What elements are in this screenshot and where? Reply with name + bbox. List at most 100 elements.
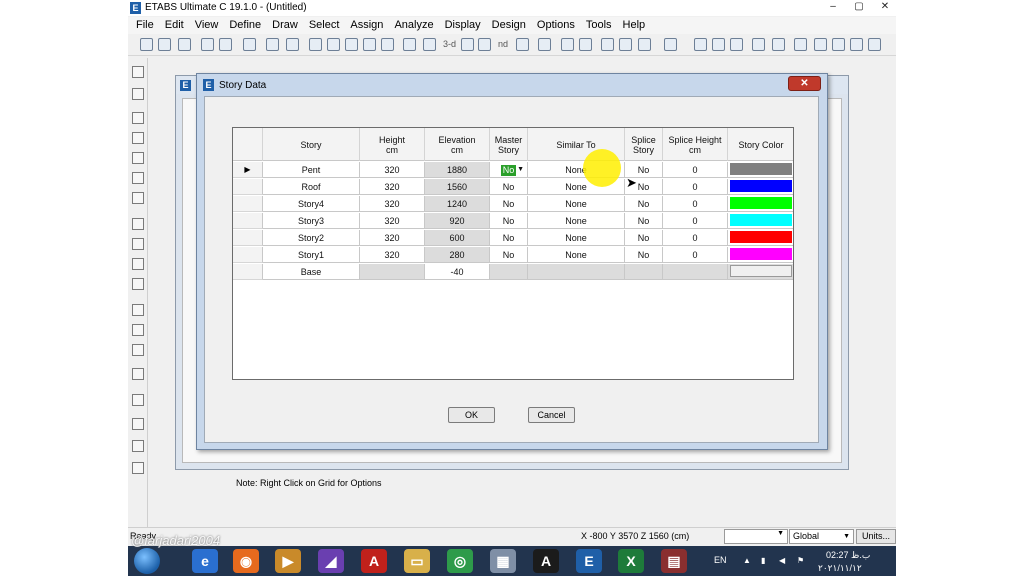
- menu-options[interactable]: Options: [533, 17, 582, 34]
- zoom-out-icon[interactable]: [381, 38, 394, 51]
- draw-grid-area-icon[interactable]: [132, 258, 144, 270]
- col-header-master-story[interactable]: Master Story: [490, 128, 528, 161]
- maximize-button[interactable]: ▢: [852, 0, 866, 14]
- cell-master-story[interactable]: No: [490, 247, 528, 263]
- menu-assign[interactable]: Assign: [346, 17, 390, 34]
- story-color-swatch[interactable]: [730, 265, 792, 277]
- draw-beam-icon[interactable]: [132, 132, 144, 144]
- col-header-elevation[interactable]: Elevation cm: [425, 128, 490, 161]
- units-button[interactable]: Units...: [856, 529, 896, 544]
- set-display-icon[interactable]: [619, 38, 632, 51]
- story-color-swatch[interactable]: [730, 197, 792, 209]
- pointer-snap-icon[interactable]: [423, 38, 436, 51]
- close-button[interactable]: ✕: [878, 0, 892, 14]
- draw-column-icon[interactable]: [132, 152, 144, 164]
- menu-design[interactable]: Design: [488, 17, 533, 34]
- zoom-in-icon[interactable]: [363, 38, 376, 51]
- brace-icon[interactable]: [712, 38, 725, 51]
- 3d-view-button[interactable]: 3-d: [443, 39, 456, 49]
- chrome-icon[interactable]: ◎: [447, 549, 473, 573]
- cell-story-name[interactable]: Story1: [263, 247, 360, 263]
- cell-similar-to[interactable]: None: [528, 196, 625, 212]
- cell-master-story[interactable]: No: [490, 213, 528, 229]
- cell-similar-to[interactable]: None: [528, 230, 625, 246]
- cell-height[interactable]: 320: [360, 179, 425, 195]
- clock-time[interactable]: 02:27 ب.ظ: [826, 550, 870, 561]
- joint-icon[interactable]: [772, 38, 785, 51]
- move-up-icon[interactable]: [561, 38, 574, 51]
- language-indicator[interactable]: EN: [714, 555, 727, 565]
- ok-button[interactable]: OK: [448, 407, 495, 423]
- zoom-window-icon[interactable]: [309, 38, 322, 51]
- cell-splice-height[interactable]: 0: [663, 196, 728, 212]
- menu-edit[interactable]: Edit: [161, 17, 191, 34]
- menu-define[interactable]: Define: [225, 17, 268, 34]
- column-icon[interactable]: [752, 38, 765, 51]
- menu-view[interactable]: View: [191, 17, 226, 34]
- col-header-splice-height[interactable]: Splice Height cm: [663, 128, 728, 161]
- story-color-swatch[interactable]: [730, 214, 792, 226]
- media-player-icon[interactable]: ▶: [275, 549, 301, 573]
- draw-reference-icon[interactable]: [132, 462, 144, 474]
- autocad-icon[interactable]: A: [533, 549, 559, 573]
- cell-master-story[interactable]: No: [490, 196, 528, 212]
- menu-tools[interactable]: Tools: [582, 17, 619, 34]
- deck-icon[interactable]: [868, 38, 881, 51]
- redo-icon[interactable]: [219, 38, 232, 51]
- file-explorer-icon[interactable]: ▭: [404, 549, 430, 573]
- chevron-down-icon[interactable]: ▼: [777, 530, 784, 537]
- story-grid[interactable]: Story Height cm Elevation cm Master Story S…: [232, 127, 794, 380]
- cell-story-color[interactable]: [728, 162, 793, 178]
- calculator-icon[interactable]: ▦: [490, 549, 516, 573]
- dialog-close-button[interactable]: ✕: [788, 76, 821, 91]
- display-options-icon[interactable]: [638, 38, 651, 51]
- cell-elevation[interactable]: -40: [425, 264, 490, 280]
- cell-master-story-dropdown[interactable]: No ▼: [490, 162, 528, 178]
- col-header-story-color[interactable]: Story Color: [728, 128, 793, 161]
- pdf-reader-icon[interactable]: A: [361, 549, 387, 573]
- row-header[interactable]: [233, 196, 263, 212]
- menu-help[interactable]: Help: [619, 17, 653, 34]
- excel-icon[interactable]: X: [618, 549, 644, 573]
- plan-view-icon[interactable]: [461, 38, 474, 51]
- cell-splice-story[interactable]: No: [625, 230, 663, 246]
- perspective-icon[interactable]: [538, 38, 551, 51]
- cell-height[interactable]: 320: [360, 162, 425, 178]
- wall-icon[interactable]: [832, 38, 845, 51]
- cell-height[interactable]: 320: [360, 247, 425, 263]
- coordinate-system-dropdown[interactable]: Global ▼: [789, 529, 854, 544]
- object-shrink-icon[interactable]: [601, 38, 614, 51]
- cell-story-name[interactable]: Base: [263, 264, 360, 280]
- cell-height[interactable]: 320: [360, 196, 425, 212]
- draw-link-icon[interactable]: [132, 440, 144, 452]
- draw-line-icon[interactable]: [132, 112, 144, 124]
- col-header-height[interactable]: Height cm: [360, 128, 425, 161]
- menu-display[interactable]: Display: [441, 17, 488, 34]
- chevron-down-icon[interactable]: ▼: [517, 162, 524, 178]
- master-story-selected-value[interactable]: No: [500, 165, 517, 176]
- draw-dimension-icon[interactable]: [132, 368, 144, 380]
- draw-tendon-icon[interactable]: [132, 394, 144, 406]
- draw-rectangle-icon[interactable]: [132, 238, 144, 250]
- start-button-icon[interactable]: [134, 548, 160, 574]
- cancel-button[interactable]: Cancel: [528, 407, 575, 423]
- pencil-icon[interactable]: [266, 38, 279, 51]
- story-color-swatch[interactable]: [730, 180, 792, 192]
- menu-file[interactable]: File: [132, 17, 161, 34]
- cell-story-name[interactable]: Story2: [263, 230, 360, 246]
- cell-story-name[interactable]: Story4: [263, 196, 360, 212]
- menu-draw[interactable]: Draw: [268, 17, 305, 34]
- draw-spandrel-icon[interactable]: [132, 344, 144, 356]
- pan-icon[interactable]: [403, 38, 416, 51]
- cell-story-color[interactable]: [728, 213, 793, 229]
- draw-pier-icon[interactable]: [132, 324, 144, 336]
- draw-wall-stack-icon[interactable]: [132, 304, 144, 316]
- clock-date[interactable]: ۲۰۲۱/۱۱/۱۲: [818, 563, 862, 574]
- internet-explorer-icon[interactable]: e: [192, 549, 218, 573]
- row-header[interactable]: [233, 230, 263, 246]
- slab-icon[interactable]: [814, 38, 827, 51]
- row-header-current[interactable]: ▶: [233, 162, 263, 178]
- draw-area-icon[interactable]: [132, 218, 144, 230]
- winrar-icon[interactable]: ▤: [661, 549, 687, 573]
- cell-splice-story[interactable]: No: [625, 213, 663, 229]
